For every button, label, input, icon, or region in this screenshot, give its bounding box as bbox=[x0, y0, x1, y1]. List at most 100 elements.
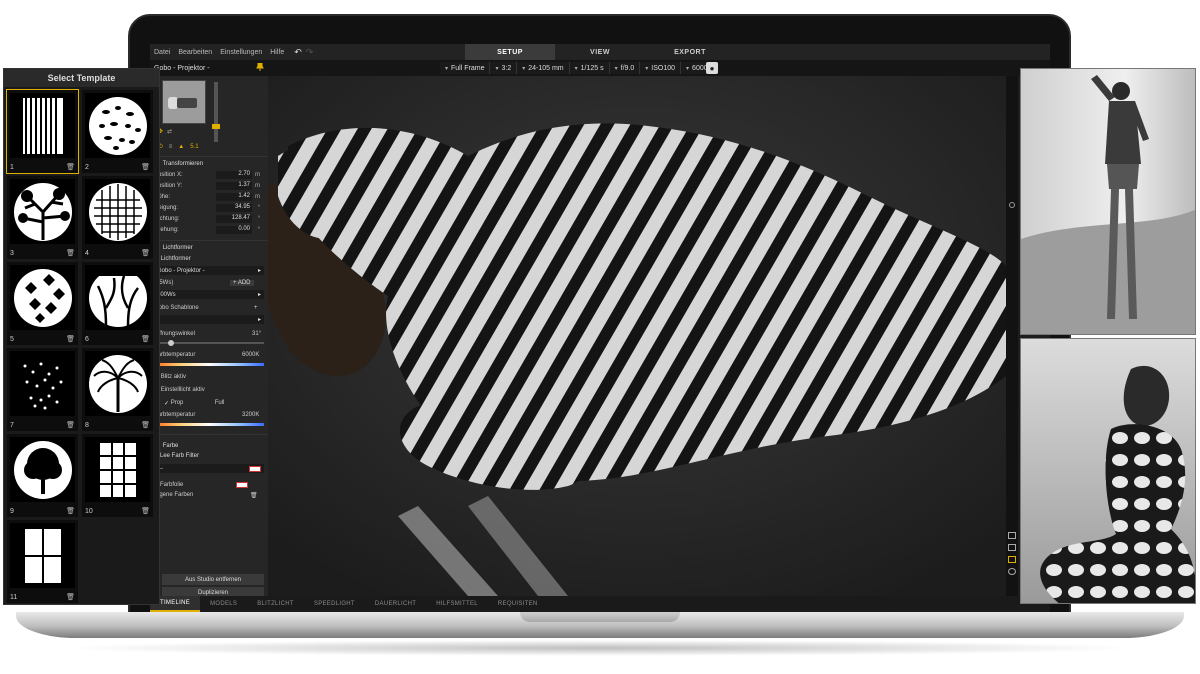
tab-setup[interactable]: SETUP bbox=[465, 44, 555, 60]
template-item[interactable]: 1 🗑 bbox=[6, 89, 79, 174]
power-value: 5.1 bbox=[190, 144, 199, 150]
app-screen: Datei Bearbeiten Einstellungen Hilfe ↶ ↷… bbox=[150, 44, 1050, 612]
template-image bbox=[85, 437, 150, 502]
mode-tools: ⏻ ≡ ▲ 5.1 bbox=[158, 142, 218, 152]
tilt-unit: ° bbox=[257, 205, 260, 211]
rotation-field[interactable]: 0.00 bbox=[216, 226, 252, 234]
camera-icon[interactable]: ● bbox=[706, 62, 718, 74]
render-canvas[interactable] bbox=[268, 76, 1006, 596]
template-number: 1 bbox=[10, 164, 14, 171]
ct-slider[interactable] bbox=[154, 363, 264, 366]
position-x-unit: m bbox=[255, 172, 260, 178]
template-item[interactable]: 2 🗑 bbox=[82, 90, 153, 173]
power-slider[interactable] bbox=[212, 82, 220, 142]
trash-icon[interactable]: 🗑 bbox=[250, 492, 258, 499]
template-image bbox=[10, 523, 75, 588]
redo-icon[interactable]: ↷ bbox=[306, 47, 314, 58]
tab-view[interactable]: VIEW bbox=[555, 44, 645, 60]
template-item[interactable]: 10 🗑 bbox=[82, 434, 153, 517]
trash-icon[interactable]: 🗑 bbox=[66, 421, 75, 429]
trash-icon[interactable]: 🗑 bbox=[141, 507, 150, 515]
sample-photo-standing bbox=[1020, 68, 1196, 335]
sensor-select[interactable]: Full Frame bbox=[440, 62, 491, 74]
shutter-select[interactable]: 1/125 s bbox=[569, 62, 610, 74]
menu-datei[interactable]: Datei bbox=[150, 49, 174, 56]
template-panel-title: Select Template bbox=[4, 69, 159, 87]
tab-dauerlicht[interactable]: DAUERLICHT bbox=[365, 601, 426, 607]
position-y-field[interactable]: 1.37 bbox=[216, 182, 252, 190]
tab-hilfsmittel[interactable]: HILFSMITTEL bbox=[426, 601, 488, 607]
camera-view-icon[interactable] bbox=[1008, 556, 1016, 563]
target-icon[interactable] bbox=[1008, 568, 1016, 575]
laptop-notch bbox=[520, 612, 680, 622]
trash-icon[interactable]: 🗑 bbox=[66, 249, 75, 257]
tilt-field[interactable]: 34.95 bbox=[216, 204, 252, 212]
menu-bearbeiten[interactable]: Bearbeiten bbox=[174, 49, 216, 56]
aperture-select[interactable]: f/9.0 bbox=[609, 62, 641, 74]
zoom-handle-icon[interactable] bbox=[1009, 202, 1015, 208]
full-label[interactable]: Full bbox=[215, 400, 225, 406]
position-x-field[interactable]: 2.70 bbox=[216, 171, 252, 179]
folie-row: Farbfolie bbox=[154, 480, 264, 490]
prop-label[interactable]: Prop bbox=[171, 400, 215, 406]
grid-icon[interactable]: ≡ bbox=[169, 144, 173, 150]
plus-icon[interactable]: + bbox=[254, 305, 258, 311]
trash-icon[interactable]: 🗑 bbox=[141, 249, 150, 257]
modeling-active-row[interactable]: ✓ Einstelllicht aktiv bbox=[154, 385, 264, 395]
template-item[interactable]: 3 🗑 bbox=[7, 176, 78, 259]
trash-icon[interactable]: 🗑 bbox=[66, 593, 75, 601]
lichtformer-select[interactable]: Gobo - Projektor - ▸ bbox=[154, 266, 264, 275]
power-slider-knob[interactable] bbox=[212, 124, 220, 129]
undo-icon[interactable]: ↶ bbox=[294, 47, 302, 58]
direction-row: Richtung: 128.47 ° bbox=[154, 214, 264, 224]
template-number: 7 bbox=[10, 422, 14, 429]
direction-field[interactable]: 128.47 bbox=[216, 215, 252, 223]
menu-hilfe[interactable]: Hilfe bbox=[266, 49, 288, 56]
frame-icon[interactable] bbox=[1008, 544, 1016, 551]
flash-row: (25Ws) + ADD bbox=[154, 278, 264, 288]
template-item[interactable]: 9 🗑 bbox=[7, 434, 78, 517]
gobo-select[interactable]: 1▸ bbox=[154, 315, 264, 324]
tab-blitzlicht[interactable]: BLITZLICHT bbox=[247, 601, 304, 607]
template-item[interactable]: 4 🗑 bbox=[82, 176, 153, 259]
trash-icon[interactable]: 🗑 bbox=[141, 421, 150, 429]
trash-icon[interactable]: 🗑 bbox=[66, 507, 75, 515]
selected-object-name: Gobo - Projektor - bbox=[154, 64, 210, 72]
rotate-icon[interactable]: ⇄ bbox=[167, 128, 172, 138]
rotation-unit: ° bbox=[257, 227, 260, 233]
swatch-icon[interactable] bbox=[236, 482, 248, 488]
flash-active-row[interactable]: ✓ Blitz aktiv bbox=[154, 372, 264, 382]
template-item[interactable]: 6 🗑 bbox=[82, 262, 153, 345]
trash-icon[interactable]: 🗑 bbox=[66, 335, 75, 343]
trash-icon[interactable]: 🗑 bbox=[141, 163, 150, 171]
menu-einstellungen[interactable]: Einstellungen bbox=[216, 49, 266, 56]
grid-view-icon[interactable] bbox=[1008, 532, 1016, 539]
add-button[interactable]: + ADD bbox=[230, 280, 254, 286]
tab-export[interactable]: EXPORT bbox=[645, 44, 735, 60]
triangle-icon[interactable]: ▲ bbox=[178, 144, 184, 150]
lens-select[interactable]: 24-105 mm bbox=[517, 62, 570, 74]
template-item[interactable]: 11 🗑 bbox=[7, 520, 78, 603]
radio-icon[interactable]: ✓ bbox=[164, 400, 169, 407]
tilt-label: Neigung: bbox=[154, 205, 179, 211]
trash-icon[interactable]: 🗑 bbox=[141, 335, 150, 343]
template-item[interactable]: 5 🗑 bbox=[7, 262, 78, 345]
aspect-select[interactable]: 3:2 bbox=[490, 62, 518, 74]
template-item[interactable]: 8 🗑 bbox=[82, 348, 153, 431]
flash-power-select[interactable]: 500Ws ▸ bbox=[154, 290, 264, 299]
tab-requisiten[interactable]: REQUISITEN bbox=[488, 601, 548, 607]
trash-icon[interactable]: 🗑 bbox=[66, 163, 75, 171]
tab-models[interactable]: MODELS bbox=[200, 601, 247, 607]
remove-from-studio-button[interactable]: Aus Studio entfernen bbox=[162, 574, 264, 585]
pin-icon[interactable] bbox=[256, 62, 266, 73]
iso-select[interactable]: ISO100 bbox=[640, 62, 682, 74]
lee-select[interactable]: --- bbox=[154, 464, 264, 473]
ct2-slider[interactable] bbox=[154, 423, 264, 426]
height-label: Höhe: bbox=[154, 194, 171, 200]
tab-speedlight[interactable]: SPEEDLIGHT bbox=[304, 601, 365, 607]
template-number: 4 bbox=[85, 250, 89, 257]
angle-slider-knob[interactable] bbox=[168, 340, 174, 346]
template-item[interactable]: 7 🗑 bbox=[7, 348, 78, 431]
angle-slider[interactable] bbox=[154, 340, 264, 346]
height-field[interactable]: 1.42 bbox=[216, 193, 252, 201]
